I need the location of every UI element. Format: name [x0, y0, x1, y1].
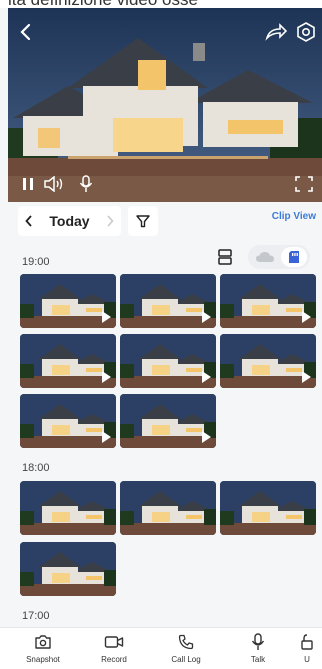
date-navigator: Today: [18, 206, 121, 236]
play-icon: [202, 311, 211, 323]
settings-icon[interactable]: [294, 20, 318, 44]
clip-thumbnail[interactable]: [20, 334, 116, 388]
sd-card-icon[interactable]: [281, 247, 307, 267]
filter-icon: [136, 215, 150, 228]
clip-thumbnail[interactable]: [20, 274, 116, 328]
clip-thumbnail[interactable]: [120, 274, 216, 328]
previous-day-icon[interactable]: [18, 206, 40, 236]
clip-thumbnail[interactable]: [220, 334, 316, 388]
phone-icon: [178, 632, 194, 652]
call-log-label: Call Log: [171, 655, 201, 664]
list-view-icon[interactable]: [215, 247, 235, 267]
cloud-storage-icon[interactable]: [253, 248, 277, 266]
microphone-icon[interactable]: [74, 172, 98, 196]
next-day-icon[interactable]: [99, 206, 121, 236]
view-toggle-group: [215, 245, 315, 269]
clip-view-link[interactable]: Clip View: [272, 211, 316, 222]
bottom-action-bar: Snapshot Record Call Log Talk U: [0, 627, 322, 669]
unlock-icon: [300, 632, 314, 652]
camera-playback-screen: lta definizione video osse: [0, 0, 322, 669]
pause-icon[interactable]: [16, 172, 40, 196]
banner-text: lta definizione video osse: [8, 0, 198, 8]
microphone-icon: [251, 632, 265, 652]
talk-button[interactable]: Talk: [228, 632, 288, 668]
clip-thumbnail[interactable]: [20, 542, 116, 596]
play-icon: [302, 311, 311, 323]
clip-thumbnail[interactable]: [20, 394, 116, 448]
speaker-icon[interactable]: [42, 172, 66, 196]
record-label: Record: [101, 655, 127, 664]
section-time-17: 17:00: [22, 610, 50, 622]
clip-thumbnail[interactable]: [220, 481, 316, 535]
live-video-view[interactable]: [8, 8, 322, 202]
top-banner: lta definizione video osse: [0, 0, 322, 8]
play-icon: [202, 371, 211, 383]
talk-label: Talk: [250, 655, 266, 664]
call-log-button[interactable]: Call Log: [156, 632, 216, 668]
filter-button[interactable]: [128, 206, 158, 236]
unlock-label: U: [304, 655, 310, 664]
clip-thumbnail[interactable]: [120, 481, 216, 535]
snapshot-label: Snapshot: [26, 655, 60, 664]
back-icon[interactable]: [14, 20, 38, 44]
camera-icon: [34, 632, 52, 652]
clip-thumbnail[interactable]: [20, 481, 116, 535]
play-icon: [302, 371, 311, 383]
fullscreen-icon[interactable]: [292, 172, 316, 196]
play-icon: [102, 431, 111, 443]
play-icon: [102, 311, 111, 323]
storage-segmented-control: [248, 245, 310, 269]
clip-thumbnail[interactable]: [120, 334, 216, 388]
play-icon: [102, 371, 111, 383]
date-label[interactable]: Today: [40, 213, 99, 229]
clip-thumbnail[interactable]: [120, 394, 216, 448]
date-toolbar: Today Clip View: [18, 206, 318, 238]
section-time-19: 19:00: [22, 256, 50, 268]
section-time-18: 18:00: [22, 462, 50, 474]
clip-thumbnail[interactable]: [220, 274, 316, 328]
unlock-button[interactable]: U: [292, 632, 322, 668]
record-button[interactable]: Record: [84, 632, 144, 668]
snapshot-button[interactable]: Snapshot: [13, 632, 73, 668]
video-record-icon: [104, 632, 124, 652]
share-icon[interactable]: [264, 20, 288, 44]
play-icon: [202, 431, 211, 443]
